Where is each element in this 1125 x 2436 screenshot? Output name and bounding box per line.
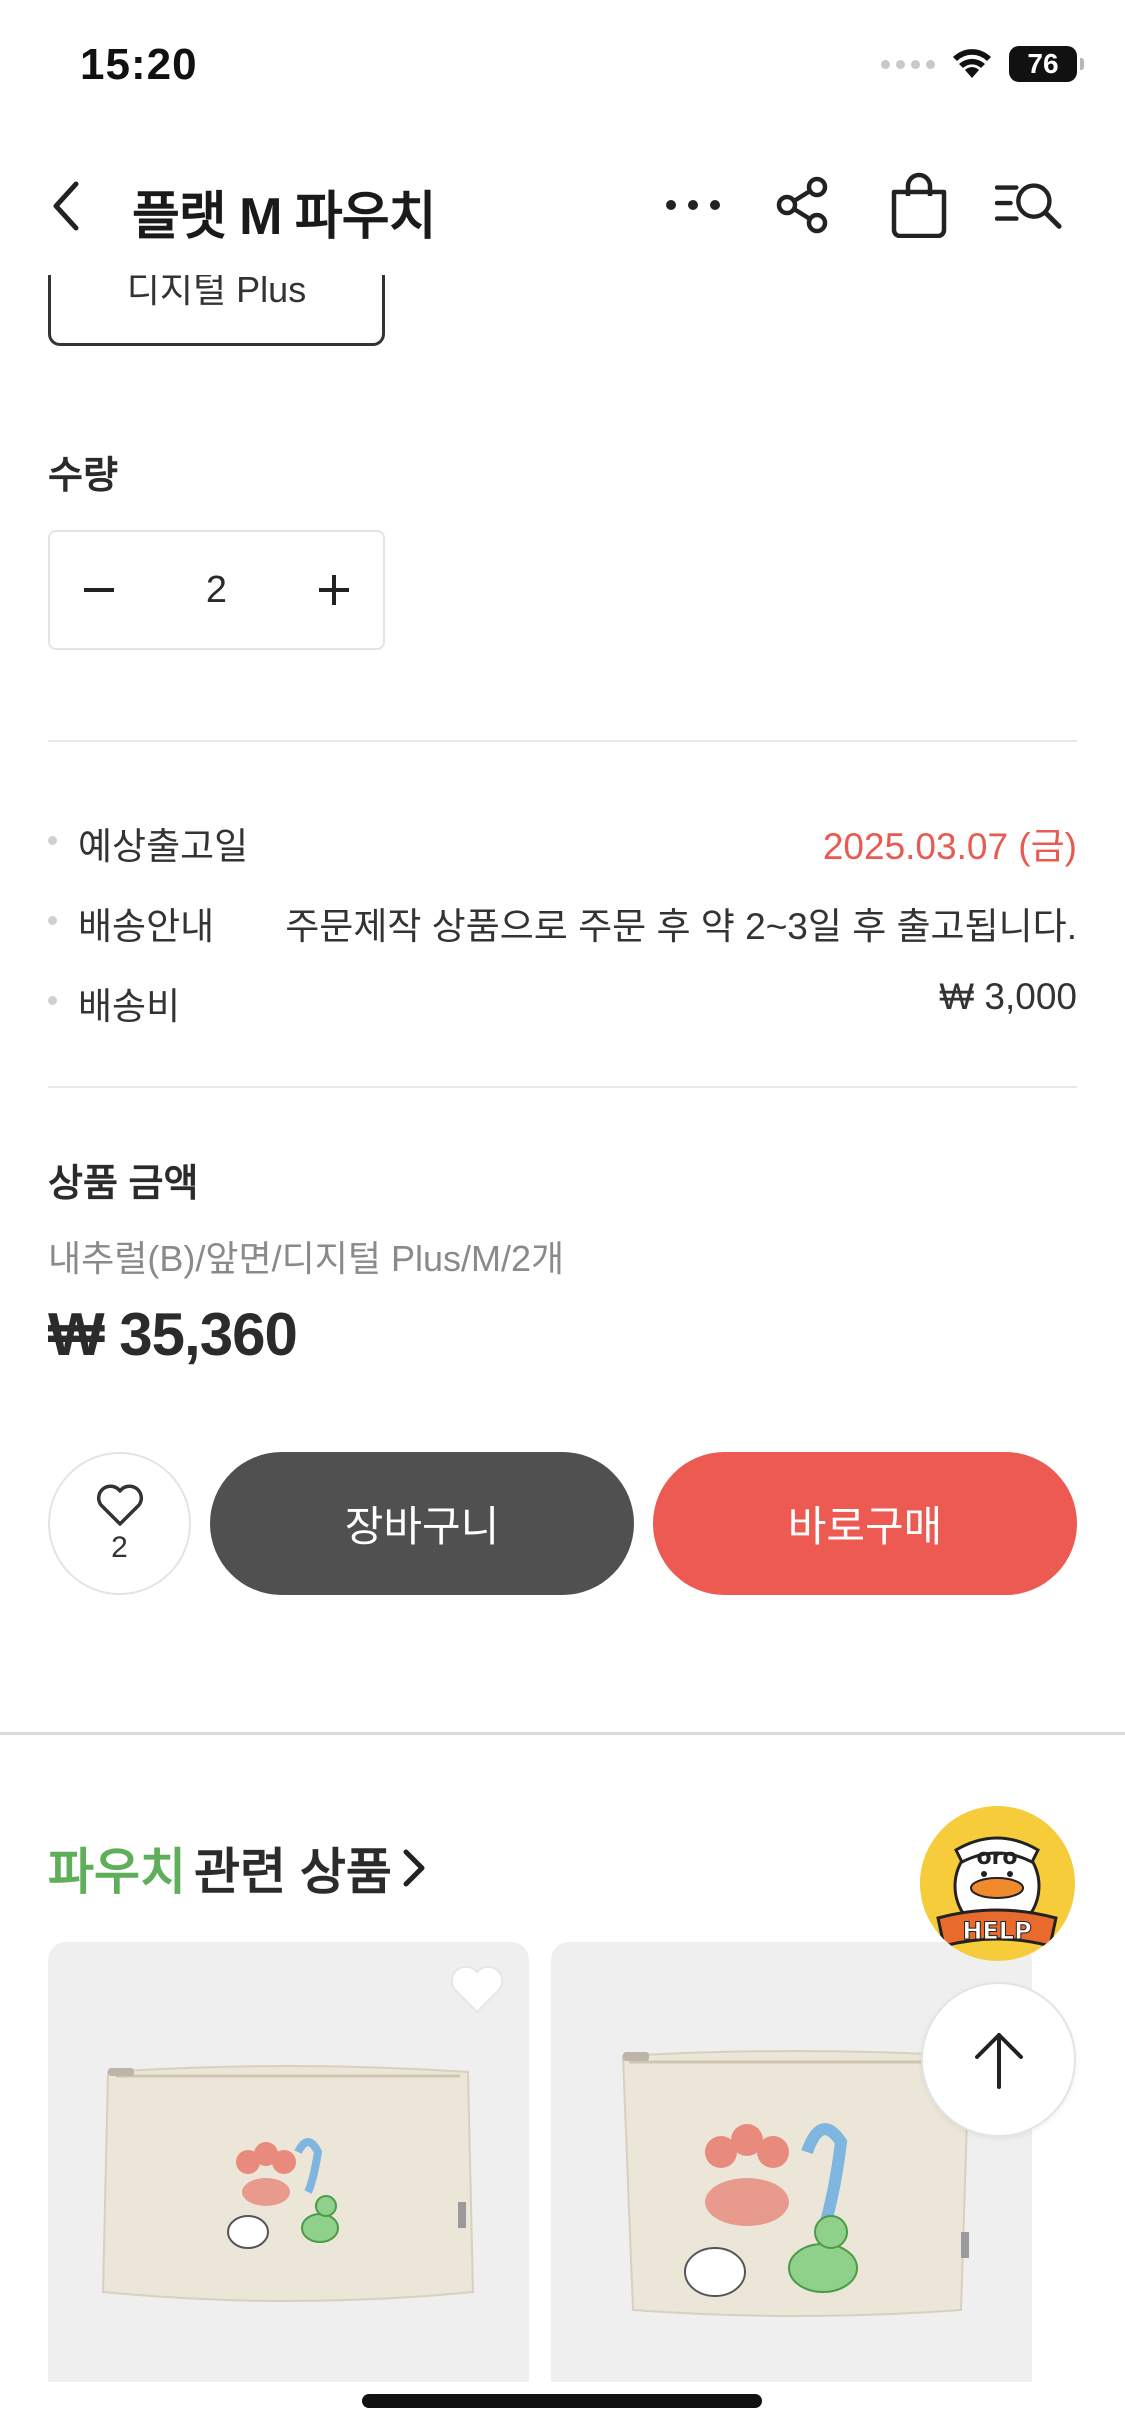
- info-label: 배송안내: [78, 906, 215, 947]
- price-label: 상품 금액: [48, 1163, 199, 1205]
- product-image: [101, 2065, 475, 2302]
- help-button[interactable]: oro HELP: [920, 1806, 1075, 1961]
- wishlist-button[interactable]: 2: [48, 1452, 191, 1595]
- status-indicators: 76: [881, 46, 1084, 82]
- bullet-icon: [48, 836, 57, 845]
- svg-text:HELP: HELP: [962, 1917, 1031, 1945]
- cellular-signal-icon: [881, 59, 935, 69]
- related-product-card[interactable]: [48, 1942, 529, 2382]
- status-time: 15:20: [80, 40, 198, 89]
- bullet-icon: [48, 996, 57, 1005]
- quantity-stepper: 2: [48, 530, 385, 650]
- heart-icon[interactable]: [449, 1964, 505, 2016]
- page-title: 플랫 M 파우치: [132, 188, 436, 246]
- divider: [48, 1086, 1077, 1088]
- plus-icon: [318, 575, 349, 605]
- heart-icon: [96, 1483, 143, 1526]
- total-price: ₩ 35,360: [48, 1301, 298, 1368]
- info-row-shipping-guide: 배송안내 주문제작 상품으로 주문 후 약 2~3일 후 출고됩니다.: [48, 896, 1077, 947]
- home-indicator: [362, 2394, 762, 2408]
- more-icon[interactable]: [658, 170, 728, 240]
- share-icon[interactable]: [768, 170, 838, 240]
- quantity-plus-button[interactable]: [311, 567, 357, 613]
- section-divider: [0, 1732, 1125, 1735]
- oro-help-mascot-icon: oro HELP: [920, 1806, 1074, 1960]
- chevron-right-icon: [403, 1849, 425, 1887]
- battery-indicator: 76: [1009, 46, 1084, 82]
- buy-now-button[interactable]: 바로구매: [653, 1452, 1077, 1595]
- related-title-text: 관련 상품: [194, 1844, 392, 1900]
- info-label: 배송비: [78, 986, 181, 1027]
- search-list-icon[interactable]: [995, 170, 1065, 240]
- info-label: 예상출고일: [78, 826, 249, 867]
- quantity-label: 수량: [48, 455, 118, 497]
- status-bar: 15:20 76: [0, 0, 1125, 135]
- shipping-guide-value: 주문제작 상품으로 주문 후 약 2~3일 후 출고됩니다.: [285, 906, 1077, 947]
- minus-icon: [84, 588, 114, 592]
- scroll-to-top-button[interactable]: [921, 1982, 1076, 2137]
- info-row-ship-date: 예상출고일 2025.03.07 (금): [48, 816, 1077, 867]
- divider: [48, 740, 1077, 742]
- svg-text:oro: oro: [976, 1845, 1017, 1870]
- selected-options-summary: 내추럴(B)/앞면/디지털 Plus/M/2개: [48, 1238, 565, 1279]
- info-row-shipping-fee: 배송비 ₩ 3,000: [48, 976, 1077, 1027]
- chevron-left-icon[interactable]: [42, 176, 92, 236]
- wishlist-count: 2: [111, 1530, 128, 1564]
- arrow-up-icon: [974, 2032, 1023, 2089]
- quantity-value[interactable]: 2: [206, 569, 227, 612]
- bullet-icon: [48, 916, 57, 925]
- related-keyword: 파우치: [48, 1844, 186, 1900]
- shopping-bag-icon[interactable]: [884, 170, 954, 240]
- shipping-fee-value: ₩ 3,000: [939, 976, 1077, 1017]
- add-to-cart-button[interactable]: 장바구니: [210, 1452, 634, 1595]
- quantity-minus-button[interactable]: [76, 567, 122, 613]
- related-products-link[interactable]: 파우치 관련 상품: [48, 1832, 428, 1904]
- ship-date-value: 2025.03.07 (금): [822, 826, 1077, 867]
- navigation-bar: 플랫 M 파우치: [0, 150, 1125, 260]
- wifi-icon: [953, 49, 991, 78]
